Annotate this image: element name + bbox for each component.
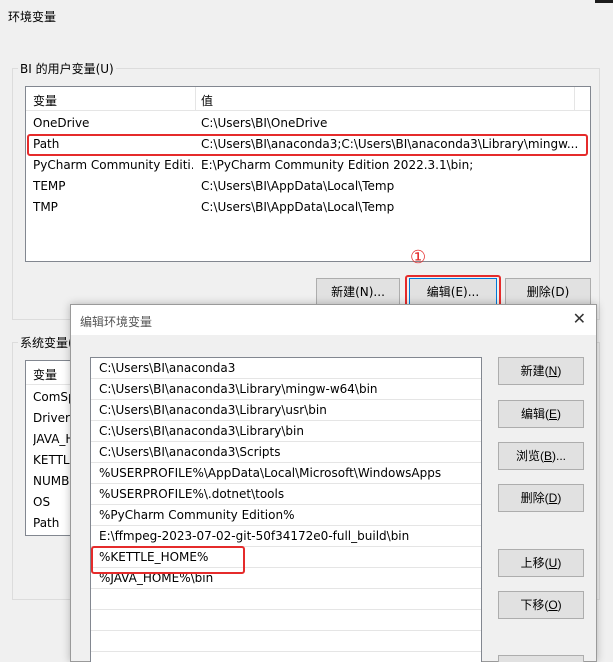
edit-environment-variable-dialog: 编辑环境变量 ✕ C:\Users\BI\anaconda3 C:\Users\… [70,304,597,662]
empty-row[interactable] [91,631,481,652]
user-delete-button[interactable]: 删除(D) [505,278,591,306]
partial-button[interactable] [498,655,584,662]
table-row[interactable]: TEMP C:\Users\BI\AppData\Local\Temp [28,176,588,197]
variable-name: Path [33,137,60,151]
table-row[interactable]: TMP C:\Users\BI\AppData\Local\Temp [28,197,588,218]
column-header-variable[interactable]: 变量 [33,92,57,109]
column-header-value[interactable]: 值 [201,92,213,109]
button-label: 浏览( [515,449,544,463]
button-label-end: ) [557,598,562,612]
variable-value: C:\Users\BI\anaconda3;C:\Users\BI\anacon… [201,137,579,151]
edit-dialog-titlebar[interactable]: 编辑环境变量 ✕ [71,305,596,335]
column-header-variable[interactable]: 变量 [33,366,57,383]
column-separator[interactable] [574,87,575,111]
path-entry[interactable]: C:\Users\BI\anaconda3\Library\mingw-w64\… [91,379,481,400]
path-move-up-button[interactable]: 上移(U) [498,549,584,577]
path-move-down-button[interactable]: 下移(O) [498,591,584,619]
edit-dialog-title: 编辑环境变量 [80,315,153,329]
path-entry[interactable]: %USERPROFILE%\.dotnet\tools [91,484,481,505]
step-marker: ① [410,247,427,268]
path-entry[interactable]: C:\Users\BI\anaconda3\Library\usr\bin [91,400,481,421]
button-label-end: ) [557,364,562,378]
empty-row[interactable] [91,610,481,631]
path-entries-list[interactable]: C:\Users\BI\anaconda3 C:\Users\BI\anacon… [90,357,482,662]
button-label: 下移( [520,598,549,612]
window-edge [595,0,613,3]
path-browse-button[interactable]: 浏览(B)... [498,442,584,470]
variable-name: TMP [33,200,58,214]
variable-value: C:\Users\BI\OneDrive [201,116,328,130]
variable-value: C:\Users\BI\AppData\Local\Temp [201,200,395,214]
variable-name: OneDrive [33,116,90,130]
system-variables-group-label: 系统变量( [18,334,75,351]
close-icon[interactable]: ✕ [573,311,586,327]
access-key: O [548,598,558,612]
button-label-end: ) [557,556,562,570]
table-row[interactable]: PyCharm Community Editi... E:\PyCharm Co… [28,155,588,176]
list-header: 变量 值 [26,87,590,111]
path-entry[interactable]: C:\Users\BI\anaconda3 [91,358,481,379]
path-entry[interactable]: E:\ffmpeg-2023-07-02-git-50f34172e0-full… [91,526,481,547]
access-key: E [548,407,557,421]
user-edit-button[interactable]: 编辑(E)... [409,278,497,306]
path-delete-button[interactable]: 删除(D) [498,484,584,512]
path-entry[interactable]: C:\Users\BI\anaconda3\Scripts [91,442,481,463]
button-label-end: ) [557,491,562,505]
table-row[interactable]: OneDrive C:\Users\BI\OneDrive [28,113,588,134]
user-variables-group-label: BI 的用户变量(U) [18,60,116,77]
access-key: B [543,449,552,463]
user-variables-list[interactable]: 变量 值 OneDrive C:\Users\BI\OneDrive Path … [25,86,591,262]
column-separator[interactable] [195,87,196,111]
button-label: 上移( [520,556,549,570]
user-new-button[interactable]: 新建(N)... [316,278,400,306]
dialog-title: 环境变量 [8,10,57,24]
variable-value: C:\Users\BI\AppData\Local\Temp [201,179,395,193]
variable-name: TEMP [33,179,66,193]
path-entry[interactable]: %JAVA_HOME%\bin [91,568,481,589]
path-entry[interactable]: C:\Users\BI\anaconda3\Library\bin [91,421,481,442]
path-entry[interactable]: %KETTLE_HOME% [91,547,481,568]
path-new-button[interactable]: 新建(N) [498,357,584,385]
path-entry[interactable]: %USERPROFILE%\AppData\Local\Microsoft\Wi… [91,463,481,484]
table-row-selected[interactable]: Path C:\Users\BI\anaconda3;C:\Users\BI\a… [28,134,588,155]
empty-row[interactable] [91,589,481,610]
button-label-end: )... [552,449,566,463]
variable-name: PyCharm Community Editi... [33,158,193,172]
variable-value: E:\PyCharm Community Edition 2022.3.1\bi… [201,158,474,172]
path-entry[interactable]: %PyCharm Community Edition% [91,505,481,526]
button-label: 编辑( [520,407,549,421]
path-edit-button[interactable]: 编辑(E) [498,400,584,428]
button-label: 删除( [520,491,549,505]
button-label: 新建( [520,364,549,378]
button-label-end: ) [557,407,561,421]
